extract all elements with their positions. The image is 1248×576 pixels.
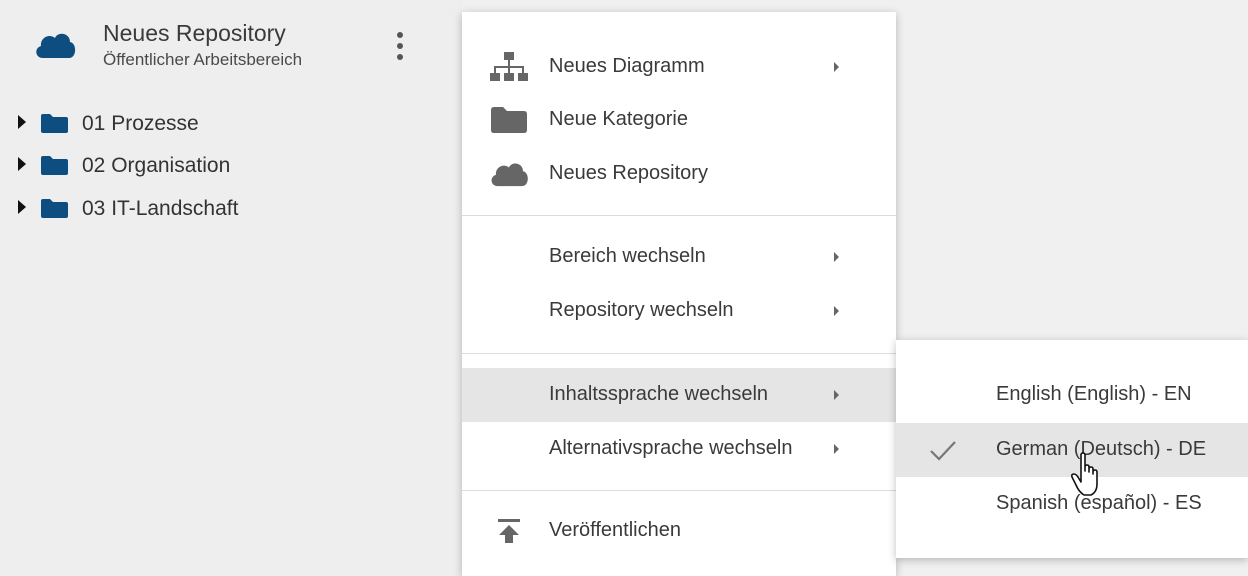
menu-item-label: Bereich wechseln — [549, 245, 706, 267]
menu-item-neue-kategorie[interactable]: Neue Kategorie — [462, 93, 896, 147]
submenu-arrow-icon — [834, 252, 839, 262]
menu-item-label: Neues Diagramm — [549, 55, 705, 77]
language-submenu: English (English) - EN German (Deutsch) … — [896, 340, 1248, 558]
hand-cursor-icon — [1070, 452, 1098, 496]
menu-item-veroeffentlichen[interactable]: Veröffentlichen — [462, 504, 896, 558]
tree-item-organisation[interactable]: 02 Organisation — [0, 144, 440, 186]
menu-item-label: Inhaltssprache wechseln — [549, 383, 769, 405]
menu-item-label: Alternativsprache wechseln — [549, 437, 793, 459]
publish-icon — [486, 515, 532, 547]
submenu-arrow-icon — [834, 444, 839, 454]
language-option-label: English (English) - EN — [996, 383, 1192, 405]
menu-item-label: Neue Kategorie — [549, 108, 688, 130]
menu-item-neues-diagramm[interactable]: Neues Diagramm — [462, 40, 896, 94]
cloud-icon — [486, 158, 532, 190]
submenu-arrow-icon — [834, 390, 839, 400]
more-vert-icon[interactable] — [386, 28, 414, 64]
menu-item-bereich-wechseln[interactable]: Bereich wechseln — [462, 230, 896, 284]
menu-item-label: Repository wechseln — [549, 299, 734, 321]
folder-icon — [41, 114, 68, 133]
caret-right-icon[interactable] — [18, 115, 26, 129]
menu-item-neues-repository[interactable]: Neues Repository — [462, 147, 896, 201]
caret-right-icon[interactable] — [18, 200, 26, 214]
tree-item-label: 03 IT-Landschaft — [82, 197, 239, 220]
submenu-arrow-icon — [834, 306, 839, 316]
check-icon — [930, 441, 956, 461]
folder-icon — [41, 199, 68, 218]
menu-item-repository-wechseln[interactable]: Repository wechseln — [462, 284, 896, 338]
tree-item-label: 02 Organisation — [82, 154, 231, 177]
cloud-icon — [36, 33, 76, 58]
menu-item-inhaltssprache-wechseln[interactable]: Inhaltssprache wechseln — [462, 368, 896, 422]
menu-item-alternativsprache-wechseln[interactable]: Alternativsprache wechseln — [462, 422, 896, 476]
tree-item-prozesse[interactable]: 01 Prozesse — [0, 102, 440, 144]
repository-context-menu: Neues Diagramm Neue Kategorie Neues Repo… — [462, 12, 896, 576]
folder-icon — [486, 104, 532, 136]
menu-divider — [462, 353, 896, 354]
menu-item-label: Veröffentlichen — [549, 519, 681, 541]
tree-item-label: 01 Prozesse — [82, 112, 199, 135]
language-option-en[interactable]: English (English) - EN — [896, 368, 1248, 422]
folder-icon — [41, 156, 68, 175]
repository-title: Neues Repository — [103, 20, 286, 46]
menu-item-label: Neues Repository — [549, 162, 708, 184]
repository-header: Neues Repository Öffentlicher Arbeitsber… — [0, 0, 462, 90]
repository-panel: Neues Repository Öffentlicher Arbeitsber… — [0, 0, 462, 576]
tree-item-it-landschaft[interactable]: 03 IT-Landschaft — [0, 187, 440, 229]
caret-right-icon[interactable] — [18, 157, 26, 171]
sitemap-icon — [486, 51, 532, 83]
menu-divider — [462, 490, 896, 491]
menu-divider — [462, 215, 896, 216]
repository-subtitle: Öffentlicher Arbeitsbereich — [103, 50, 303, 69]
submenu-arrow-icon — [834, 62, 839, 72]
